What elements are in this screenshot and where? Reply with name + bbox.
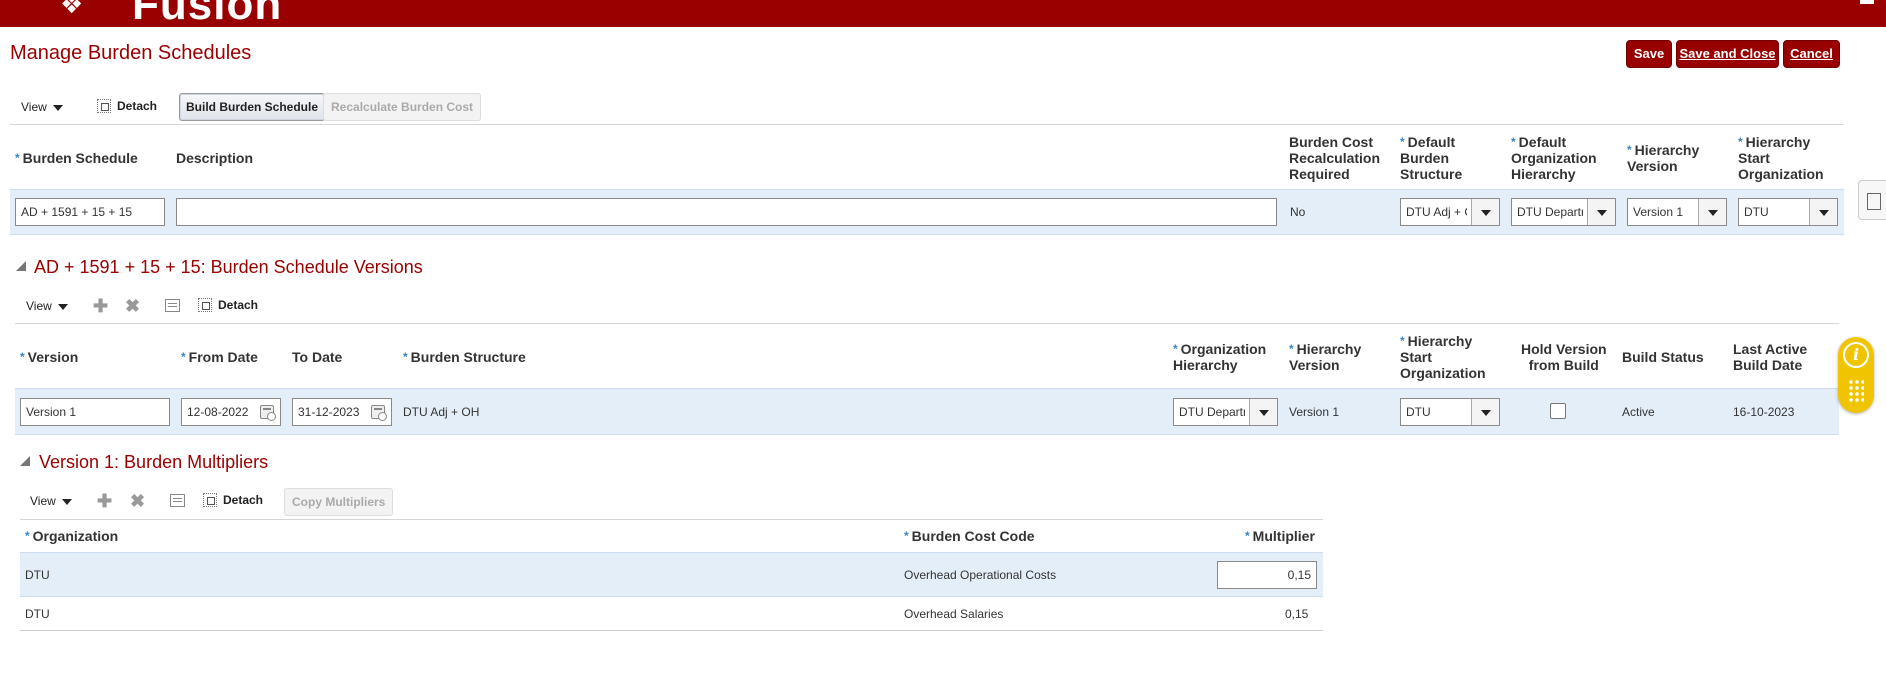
- chevron-down-icon: [61, 498, 72, 505]
- last-active-build-date-value: 16-10-2023: [1733, 405, 1795, 419]
- build-burden-schedule-button[interactable]: Build Burden Schedule: [179, 93, 326, 121]
- add-icon[interactable]: ✚: [97, 492, 112, 510]
- collapse-toggle-icon[interactable]: [16, 261, 26, 271]
- chevron-down-icon[interactable]: [1471, 399, 1499, 425]
- detach-icon: [203, 493, 217, 507]
- freeze-icon[interactable]: [165, 299, 180, 312]
- collapse-toggle-icon[interactable]: [20, 456, 30, 466]
- recalculate-burden-cost-button: Recalculate Burden Cost: [323, 93, 482, 121]
- organization-value: DTU: [25, 607, 50, 621]
- detach-label: Detach: [117, 99, 158, 113]
- chevron-down-icon[interactable]: [1249, 399, 1277, 425]
- help-icon[interactable]: i: [1843, 342, 1869, 368]
- multiplier-input[interactable]: 0,15: [1217, 561, 1317, 589]
- org-hierarchy-select[interactable]: DTU Department: [1173, 398, 1278, 426]
- cancel-button[interactable]: Cancel: [1783, 40, 1840, 68]
- default-org-hierarchy-select[interactable]: DTU Department: [1511, 198, 1616, 226]
- chevron-down-icon[interactable]: [1698, 199, 1726, 225]
- burden-cost-code-value: Overhead Operational Costs: [904, 568, 1057, 582]
- delete-icon[interactable]: ✖: [130, 492, 145, 510]
- burden-structure-value[interactable]: DTU Adj + OH: [403, 405, 479, 419]
- brand-name: Fusion: [132, 0, 283, 27]
- col-multiplier[interactable]: * Multiplier: [1245, 528, 1315, 544]
- col-to-date[interactable]: To Date: [292, 349, 342, 365]
- apps-grid-icon[interactable]: [1848, 379, 1864, 403]
- divider: [10, 124, 1844, 125]
- organization-value: DTU: [25, 568, 50, 582]
- col-default-burden-structure[interactable]: * Default Burden Structure: [1400, 134, 1462, 182]
- recalc-required-value: No: [1290, 205, 1306, 219]
- chevron-down-icon[interactable]: [1471, 199, 1499, 225]
- col-hierarchy-start-org[interactable]: * Hierarchy Start Organization: [1400, 333, 1486, 381]
- col-default-org-hierarchy[interactable]: * Default Organization Hierarchy: [1511, 134, 1597, 182]
- hierarchy-start-org-select[interactable]: DTU: [1400, 398, 1500, 426]
- detach-button[interactable]: Detach: [97, 99, 157, 113]
- col-recalc-required[interactable]: Burden Cost Recalculation Required: [1289, 134, 1380, 182]
- chevron-down-icon: [57, 303, 68, 310]
- detach-icon: [97, 99, 111, 113]
- col-version[interactable]: * Version: [20, 349, 78, 365]
- panel-drawer-icon[interactable]: [1858, 180, 1886, 220]
- view-menu[interactable]: View: [30, 494, 72, 508]
- build-status-value: Active: [1622, 405, 1655, 419]
- freeze-icon[interactable]: [170, 494, 185, 507]
- save-and-close-button[interactable]: Save and Close: [1676, 40, 1779, 68]
- description-input[interactable]: [176, 198, 1277, 226]
- user-menu-icon[interactable]: [1860, 0, 1874, 4]
- copy-multipliers-button: Copy Multipliers: [284, 488, 394, 516]
- col-organization[interactable]: * Organization: [25, 528, 118, 544]
- add-icon[interactable]: ✚: [93, 297, 108, 315]
- burden-schedule-input[interactable]: AD + 1591 + 15 + 15: [15, 198, 165, 226]
- hierarchy-version-value: Version 1: [1289, 405, 1340, 419]
- hold-version-checkbox[interactable]: [1550, 403, 1566, 419]
- col-org-hierarchy[interactable]: * Organization Hierarchy: [1173, 341, 1266, 373]
- col-hierarchy-start-org[interactable]: * Hierarchy Start Organization: [1738, 134, 1824, 182]
- col-from-date[interactable]: * From Date: [181, 349, 258, 365]
- calendar-icon[interactable]: [371, 405, 387, 421]
- save-button[interactable]: Save: [1626, 40, 1672, 68]
- col-hold-version[interactable]: Hold Version from Build: [1521, 341, 1607, 373]
- chevron-down-icon: [52, 104, 63, 111]
- chevron-down-icon[interactable]: [1587, 199, 1615, 225]
- burden-cost-code-value: Overhead Salaries: [904, 607, 1004, 621]
- calendar-icon[interactable]: [260, 405, 276, 421]
- divider: [15, 323, 1839, 324]
- col-hierarchy-version[interactable]: * Hierarchy Version: [1627, 142, 1699, 174]
- detach-label: Detach: [218, 298, 259, 312]
- detach-button[interactable]: Detach: [198, 298, 258, 312]
- col-build-status[interactable]: Build Status: [1622, 349, 1704, 365]
- multipliers-section-title: Version 1: Burden Multipliers: [39, 452, 269, 472]
- view-menu[interactable]: View: [26, 299, 68, 313]
- view-label: View: [30, 494, 56, 508]
- logo-icon: ❖: [60, 0, 84, 20]
- view-menu[interactable]: View: [21, 100, 63, 114]
- col-burden-structure[interactable]: * Burden Structure: [403, 349, 526, 365]
- brand-bar: ❖ Fusion: [0, 0, 1886, 27]
- page-title: Manage Burden Schedules: [10, 42, 252, 64]
- detach-label: Detach: [223, 493, 264, 507]
- table-row[interactable]: [20, 597, 1323, 631]
- detach-icon: [198, 298, 212, 312]
- help-widget[interactable]: i: [1838, 337, 1874, 413]
- col-hierarchy-version[interactable]: * Hierarchy Version: [1289, 341, 1361, 373]
- detach-button[interactable]: Detach: [203, 493, 263, 507]
- chevron-down-icon[interactable]: [1809, 199, 1837, 225]
- hierarchy-version-select[interactable]: Version 1: [1627, 198, 1727, 226]
- view-label: View: [26, 299, 52, 313]
- col-burden-schedule[interactable]: * Burden Schedule: [15, 150, 138, 166]
- hierarchy-start-org-select[interactable]: DTU: [1738, 198, 1838, 226]
- delete-icon[interactable]: ✖: [125, 297, 140, 315]
- col-last-active-build-date[interactable]: Last Active Build Date: [1733, 341, 1807, 373]
- view-label: View: [21, 100, 47, 114]
- col-description[interactable]: Description: [176, 150, 253, 166]
- version-input[interactable]: Version 1: [20, 398, 170, 426]
- default-burden-structure-select[interactable]: DTU Adj + OH: [1400, 198, 1500, 226]
- versions-section-title: AD + 1591 + 15 + 15: Burden Schedule Ver…: [34, 257, 423, 277]
- col-burden-cost-code[interactable]: * Burden Cost Code: [904, 528, 1035, 544]
- multiplier-value: 0,15: [1285, 607, 1309, 621]
- divider: [20, 519, 1323, 520]
- table-row[interactable]: [20, 552, 1323, 597]
